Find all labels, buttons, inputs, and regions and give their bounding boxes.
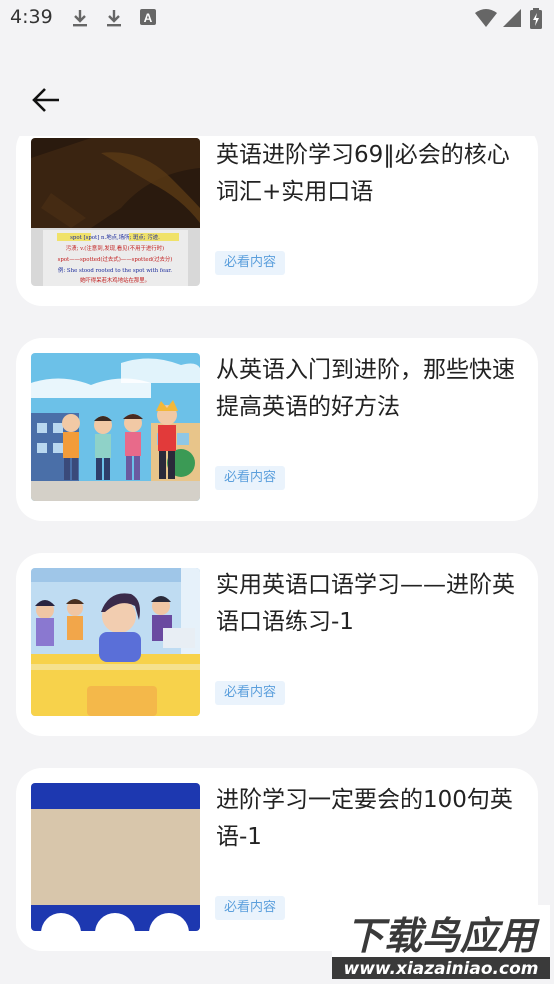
thumb-line: spot——spotted(过去式)——spotted(过去分) <box>58 255 173 263</box>
watermark-logo: 下载鸟应用 www.xiazainiao.com <box>332 905 550 979</box>
svg-text:下载鸟应用: 下载鸟应用 <box>346 914 540 958</box>
thumb-line: 污渍; v.(注意到,发现,看见(不用于进行时) <box>66 244 164 252</box>
article-title: 从英语入门到进阶，那些快速提高英语的好方法 <box>216 357 515 420</box>
thumb-line: 例: She stood rooted to the spot with fea… <box>58 266 172 274</box>
back-button[interactable] <box>26 82 66 118</box>
article-list[interactable]: spot [spot] n.地点,场所; 斑点; 污迹. 污渍; v.(注意到,… <box>0 0 554 984</box>
svg-text:www.xiazainiao.com: www.xiazainiao.com <box>344 959 539 979</box>
article-thumbnail <box>31 783 200 931</box>
must-read-tag: 必看内容 <box>215 896 286 920</box>
article-card[interactable]: 实用英语口语学习——进阶英语口语练习-1 必看内容 <box>16 553 538 736</box>
article-title: 实用英语口语学习——进阶英语口语练习-1 <box>216 572 515 635</box>
arrow-left-icon <box>32 88 59 112</box>
article-title: 进阶学习一定要会的100句英语-1 <box>216 787 513 850</box>
article-card[interactable]: spot [spot] n.地点,场所; 斑点; 污迹. 污渍; v.(注意到,… <box>16 123 538 306</box>
must-read-tag: 必看内容 <box>215 466 286 490</box>
thumb-line: 她吓得呆若木鸡地站在那里。 <box>80 276 150 284</box>
article-thumbnail: spot [spot] n.地点,场所; 斑点; 污迹. 污渍; v.(注意到,… <box>31 138 200 286</box>
article-title: 英语进阶学习69‖必会的核心词汇+实用口语 <box>216 142 510 205</box>
article-thumbnail <box>31 353 200 501</box>
thumb-line: spot [spot] n.地点,场所; 斑点; 污迹. <box>70 233 160 241</box>
must-read-tag: 必看内容 <box>215 251 286 275</box>
article-thumbnail <box>31 568 200 716</box>
top-bar <box>0 38 554 136</box>
article-card[interactable]: 从英语入门到进阶，那些快速提高英语的好方法 必看内容 <box>16 338 538 521</box>
must-read-tag: 必看内容 <box>215 681 286 705</box>
